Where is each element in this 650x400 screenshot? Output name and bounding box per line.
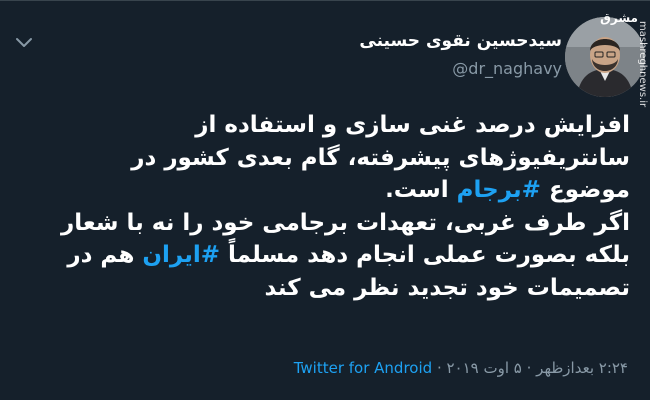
tweet-line-1: افزایش درصد غنی سازی و استفاده از bbox=[195, 112, 630, 138]
tweet-date[interactable]: ۵ اوت ۲۰۱۹ bbox=[446, 359, 521, 377]
author-name[interactable]: سیدحسین نقوی حسینی bbox=[359, 31, 562, 51]
tweet-line-6: تصمیمات خود تجدید نظر می کند bbox=[264, 274, 630, 301]
tweet-line-4: اگر طرف غربی، تعهدات برجامی خود را نه با… bbox=[61, 209, 630, 236]
meta-separator: · bbox=[432, 359, 447, 377]
avatar[interactable] bbox=[565, 17, 645, 97]
tweet-source-link[interactable]: Twitter for Android bbox=[294, 359, 432, 377]
tweet-text-segment: موضوع bbox=[540, 177, 630, 203]
watermark-logo: مشرق bbox=[600, 11, 638, 25]
tweet-card: مشرق mashreghnews.ir سیدحسین نقوی حسینی … bbox=[0, 0, 650, 400]
tweet-text: افزایش درصد غنی سازی و استفاده از سانتری… bbox=[20, 109, 630, 304]
tweet-text-segment: بلکه بصورت عملی انجام دهد مسلماً bbox=[220, 242, 630, 268]
tweet-time[interactable]: ۲:۲۴ بعدازظهر bbox=[536, 359, 628, 377]
hashtag-iran[interactable]: #ایران bbox=[142, 242, 220, 268]
hashtag-barjam[interactable]: #برجام bbox=[457, 177, 541, 203]
watermark-site: mashreghnews.ir bbox=[637, 21, 648, 108]
author-handle[interactable]: @dr_naghavy bbox=[452, 59, 562, 78]
tweet-line-2: سانتریفیوژهای پیشرفته، گام بعدی کشور در bbox=[131, 144, 630, 171]
meta-separator: · bbox=[521, 359, 537, 377]
tweet-text-segment: است. bbox=[385, 177, 457, 203]
tweet-meta: ۲:۲۴ بعدازظهر · ۵ اوت ۲۰۱۹ · Twitter for… bbox=[294, 359, 628, 377]
chevron-down-icon[interactable] bbox=[14, 35, 34, 51]
avatar-portrait-icon bbox=[565, 17, 645, 97]
tweet-text-segment: هم در bbox=[67, 242, 143, 268]
tweet-line-5: بلکه بصورت عملی انجام دهد مسلماً #ایران … bbox=[20, 239, 630, 272]
tweet-line-3: موضوع #برجام است. bbox=[20, 174, 630, 207]
